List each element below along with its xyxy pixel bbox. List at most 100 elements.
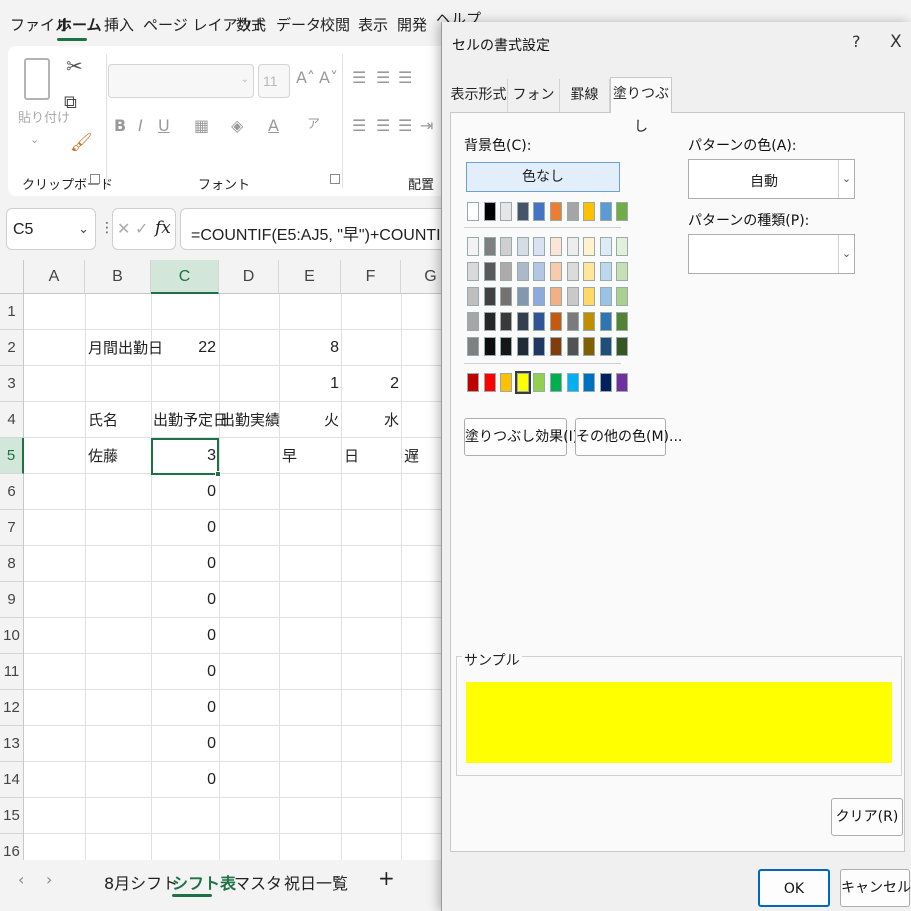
color-swatch-shade[interactable]	[566, 337, 579, 356]
insert-function-icon[interactable]: fx	[155, 218, 171, 238]
color-swatch-theme[interactable]	[550, 202, 562, 221]
color-swatch-shade[interactable]	[599, 337, 612, 356]
clear-button[interactable]: クリア(R)	[831, 798, 903, 836]
sheet-tab-master[interactable]: マスタ	[234, 870, 282, 894]
color-swatch-theme[interactable]	[566, 202, 579, 221]
cell-e4[interactable]: 火	[279, 402, 339, 438]
menu-tab-review[interactable]: 校閲	[320, 14, 350, 35]
color-swatch-shade[interactable]	[483, 312, 496, 331]
color-swatch-shade[interactable]	[550, 237, 562, 256]
tab-fill[interactable]: 塗りつぶし	[610, 77, 672, 135]
color-swatch-shade[interactable]	[616, 262, 629, 281]
pattern-style-combo[interactable]: ⌄	[688, 234, 855, 274]
phonetic-icon[interactable]: ア	[307, 118, 320, 131]
align-right-icon[interactable]: ☰	[398, 118, 412, 134]
color-swatch-shade[interactable]	[566, 237, 579, 256]
color-swatch-shade[interactable]	[483, 262, 496, 281]
column-header-f[interactable]: F	[341, 260, 401, 294]
color-swatch-shade[interactable]	[550, 337, 562, 356]
color-swatch-standard[interactable]	[599, 373, 612, 392]
sheet-tab-shift-table[interactable]: シフト表	[172, 870, 236, 894]
chevron-down-icon[interactable]: ⌄	[78, 221, 89, 237]
column-header-d[interactable]: D	[219, 260, 279, 294]
select-all-corner[interactable]	[0, 260, 24, 294]
color-swatch-shade[interactable]	[616, 312, 629, 331]
ok-button[interactable]: OK	[758, 869, 830, 907]
color-swatch-shade[interactable]	[583, 287, 596, 306]
menu-tab-view[interactable]: 表示	[358, 14, 388, 35]
cell-c7[interactable]: 0	[151, 510, 216, 546]
color-swatch-shade[interactable]	[550, 312, 562, 331]
row-header-3[interactable]: 3	[0, 366, 24, 402]
color-swatch-shade[interactable]	[599, 287, 612, 306]
tab-number-format[interactable]: 表示形式	[450, 79, 508, 112]
tab-border[interactable]: 罫線	[560, 79, 610, 112]
color-swatch-shade[interactable]	[566, 262, 579, 281]
row-header-5[interactable]: 5	[0, 438, 24, 474]
enter-icon[interactable]: ✓	[135, 219, 148, 238]
italic-icon[interactable]: I	[138, 118, 143, 134]
row-header-2[interactable]: 2	[0, 330, 24, 366]
row-header-1[interactable]: 1	[0, 294, 24, 330]
color-swatch-shade[interactable]	[500, 287, 513, 306]
color-swatch-shade[interactable]	[550, 262, 562, 281]
color-swatch-theme[interactable]	[483, 202, 496, 221]
cell-c8[interactable]: 0	[151, 546, 216, 582]
color-swatch-shade[interactable]	[599, 262, 612, 281]
color-swatch-shade[interactable]	[616, 237, 629, 256]
paste-icon[interactable]	[24, 58, 50, 100]
row-header-6[interactable]: 6	[0, 474, 24, 510]
color-swatch-shade[interactable]	[483, 337, 496, 356]
scroll-right-icon[interactable]: ›	[46, 870, 52, 889]
align-top-icon[interactable]: ☰	[352, 70, 366, 86]
row-header-14[interactable]: 14	[0, 762, 24, 798]
menu-tab-developer[interactable]: 開発	[397, 14, 427, 35]
color-swatch-shade[interactable]	[566, 312, 579, 331]
color-swatch-shade[interactable]	[500, 337, 513, 356]
more-colors-button[interactable]: その他の色(M)...	[575, 418, 682, 456]
color-swatch-shade[interactable]	[516, 237, 529, 256]
color-swatch-standard[interactable]	[533, 373, 546, 392]
color-swatch-theme[interactable]	[467, 202, 479, 221]
help-button[interactable]: ?	[852, 32, 861, 51]
color-swatch-standard[interactable]	[514, 371, 531, 394]
pattern-color-combo[interactable]: 自動 ⌄	[688, 159, 855, 199]
no-color-button[interactable]: 色なし	[466, 162, 620, 192]
align-center-icon[interactable]: ☰	[376, 118, 390, 134]
color-swatch-standard[interactable]	[483, 373, 496, 392]
color-swatch-shade[interactable]	[533, 337, 546, 356]
underline-icon[interactable]: U	[158, 118, 170, 134]
cut-icon[interactable]: ✂	[66, 56, 83, 76]
color-swatch-shade[interactable]	[566, 287, 579, 306]
color-swatch-shade[interactable]	[500, 262, 513, 281]
color-swatch-shade[interactable]	[550, 287, 562, 306]
color-swatch-theme[interactable]	[599, 202, 612, 221]
color-swatch-shade[interactable]	[516, 312, 529, 331]
tab-font[interactable]: フォント	[508, 79, 560, 136]
cell-e3[interactable]: 1	[279, 366, 339, 402]
row-header-7[interactable]: 7	[0, 510, 24, 546]
name-box[interactable]: C5 ⌄	[6, 208, 96, 250]
row-header-11[interactable]: 11	[0, 654, 24, 690]
color-swatch-shade[interactable]	[467, 262, 479, 281]
row-header-9[interactable]: 9	[0, 582, 24, 618]
cell-c11[interactable]: 0	[151, 654, 216, 690]
cell-c2[interactable]: 22	[151, 330, 216, 366]
fill-color-icon[interactable]: ◈	[231, 118, 243, 134]
scroll-left-icon[interactable]: ‹	[18, 870, 24, 889]
paste-button-label[interactable]: 貼り付け	[18, 112, 70, 125]
color-swatch-theme[interactable]	[516, 202, 529, 221]
copy-icon[interactable]: ⧉	[64, 94, 77, 112]
color-swatch-theme[interactable]	[616, 202, 629, 221]
clipboard-launcher-icon[interactable]	[90, 174, 100, 184]
row-header-10[interactable]: 10	[0, 618, 24, 654]
color-swatch-standard[interactable]	[500, 373, 513, 392]
row-header-15[interactable]: 15	[0, 798, 24, 834]
color-swatch-shade[interactable]	[599, 237, 612, 256]
border-icon[interactable]: ▦	[194, 118, 209, 134]
sheet-tab-august-shift[interactable]: 8月シフト	[104, 870, 178, 894]
color-swatch-shade[interactable]	[467, 337, 479, 356]
color-swatch-shade[interactable]	[516, 337, 529, 356]
menu-tab-data[interactable]: データ	[276, 14, 321, 35]
color-swatch-shade[interactable]	[516, 262, 529, 281]
